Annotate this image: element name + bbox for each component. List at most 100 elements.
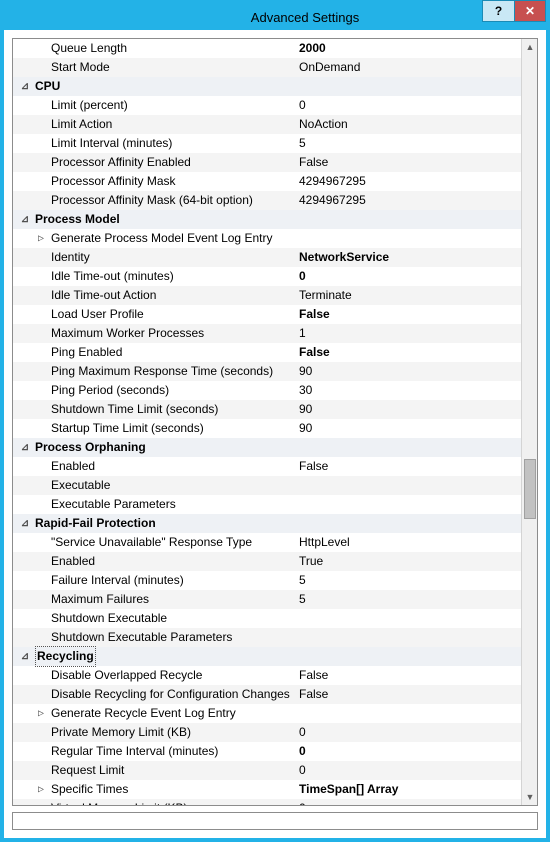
property-value[interactable]: OnDemand	[295, 58, 521, 77]
property-value[interactable]: 4294967295	[295, 191, 521, 210]
property-value[interactable]: False	[295, 343, 521, 362]
property-row[interactable]: ⊿Ping EnabledFalse	[13, 343, 521, 362]
property-label: Limit (percent)	[47, 96, 295, 115]
property-label: Enabled	[47, 552, 295, 571]
property-label: Limit Action	[47, 115, 295, 134]
category-row[interactable]: ⊿Process Orphaning	[13, 438, 521, 457]
vertical-scrollbar[interactable]: ▲ ▼	[521, 39, 537, 805]
property-row[interactable]: ⊿Processor Affinity EnabledFalse	[13, 153, 521, 172]
property-label: Maximum Failures	[47, 590, 295, 609]
property-value[interactable]: 30	[295, 381, 521, 400]
expander-icon[interactable]: ⊿	[19, 647, 31, 666]
property-value[interactable]: False	[295, 457, 521, 476]
property-value[interactable]: 0	[295, 96, 521, 115]
property-value[interactable]: 0	[295, 723, 521, 742]
titlebar: Advanced Settings ? ✕	[4, 4, 546, 30]
property-value[interactable]: 2000	[295, 39, 521, 58]
property-label: Processor Affinity Mask	[47, 172, 295, 191]
property-row[interactable]: ⊿Executable Parameters	[13, 495, 521, 514]
property-value[interactable]: 5	[295, 134, 521, 153]
scroll-up-arrow[interactable]: ▲	[522, 39, 538, 55]
expander-icon[interactable]: ▷	[35, 780, 47, 799]
category-row[interactable]: ⊿Recycling	[13, 647, 521, 666]
property-row[interactable]: ⊿Load User ProfileFalse	[13, 305, 521, 324]
property-row[interactable]: ⊿Maximum Failures5	[13, 590, 521, 609]
property-label: Failure Interval (minutes)	[47, 571, 295, 590]
property-value[interactable]: False	[295, 666, 521, 685]
property-row[interactable]: ⊿Shutdown Executable Parameters	[13, 628, 521, 647]
property-label: Idle Time-out (minutes)	[47, 267, 295, 286]
property-value[interactable]: 5	[295, 571, 521, 590]
property-value[interactable]: False	[295, 305, 521, 324]
property-row[interactable]: ⊿"Service Unavailable" Response TypeHttp…	[13, 533, 521, 552]
expander-icon[interactable]: ⊿	[19, 210, 31, 229]
property-row[interactable]: ⊿Shutdown Executable	[13, 609, 521, 628]
property-value[interactable]: TimeSpan[] Array	[295, 780, 521, 799]
category-row[interactable]: ⊿CPU	[13, 77, 521, 96]
category-row[interactable]: ⊿Rapid-Fail Protection	[13, 514, 521, 533]
property-value[interactable]: 0	[295, 761, 521, 780]
property-value[interactable]: True	[295, 552, 521, 571]
property-row[interactable]: ⊿EnabledTrue	[13, 552, 521, 571]
expander-icon[interactable]: ▷	[35, 229, 47, 248]
property-row[interactable]: ⊿Private Memory Limit (KB)0	[13, 723, 521, 742]
property-row[interactable]: ⊿Shutdown Time Limit (seconds)90	[13, 400, 521, 419]
property-row[interactable]: ⊿Idle Time-out (minutes)0	[13, 267, 521, 286]
property-row[interactable]: ⊿Ping Period (seconds)30	[13, 381, 521, 400]
window-title: Advanced Settings	[4, 10, 546, 25]
property-row[interactable]: ⊿Maximum Worker Processes1	[13, 324, 521, 343]
property-row[interactable]: ▷Specific TimesTimeSpan[] Array	[13, 780, 521, 799]
property-value[interactable]: 0	[295, 267, 521, 286]
property-row[interactable]: ▷Generate Recycle Event Log Entry	[13, 704, 521, 723]
property-row[interactable]: ⊿Processor Affinity Mask (64-bit option)…	[13, 191, 521, 210]
expander-icon[interactable]: ⊿	[19, 438, 31, 457]
property-row[interactable]: ⊿Limit (percent)0	[13, 96, 521, 115]
property-value[interactable]: 0	[295, 799, 521, 805]
property-row[interactable]: ⊿Disable Overlapped RecycleFalse	[13, 666, 521, 685]
property-value[interactable]: NoAction	[295, 115, 521, 134]
scroll-down-arrow[interactable]: ▼	[522, 789, 538, 805]
close-button[interactable]: ✕	[514, 0, 546, 22]
property-value[interactable]: 1	[295, 324, 521, 343]
property-label: Limit Interval (minutes)	[47, 134, 295, 153]
property-row[interactable]: ▷Generate Process Model Event Log Entry	[13, 229, 521, 248]
expander-icon[interactable]: ▷	[35, 704, 47, 723]
property-value[interactable]: 4294967295	[295, 172, 521, 191]
property-row[interactable]: ⊿EnabledFalse	[13, 457, 521, 476]
property-row[interactable]: ⊿Disable Recycling for Configuration Cha…	[13, 685, 521, 704]
property-row[interactable]: ⊿Request Limit0	[13, 761, 521, 780]
property-value[interactable]: NetworkService	[295, 248, 521, 267]
category-row[interactable]: ⊿Process Model	[13, 210, 521, 229]
property-value[interactable]: 90	[295, 362, 521, 381]
property-row[interactable]: ⊿Limit ActionNoAction	[13, 115, 521, 134]
property-value[interactable]: 5	[295, 590, 521, 609]
expander-icon[interactable]: ⊿	[19, 77, 31, 96]
property-row[interactable]: ⊿Processor Affinity Mask4294967295	[13, 172, 521, 191]
property-row[interactable]: ⊿Ping Maximum Response Time (seconds)90	[13, 362, 521, 381]
property-label: "Service Unavailable" Response Type	[47, 533, 295, 552]
property-row[interactable]: ⊿Failure Interval (minutes)5	[13, 571, 521, 590]
property-row[interactable]: ⊿Start ModeOnDemand	[13, 58, 521, 77]
help-button[interactable]: ?	[482, 0, 514, 22]
property-row[interactable]: ⊿Virtual Memory Limit (KB)0	[13, 799, 521, 805]
scroll-thumb[interactable]	[524, 459, 536, 519]
property-value[interactable]: 0	[295, 742, 521, 761]
property-row[interactable]: ⊿Startup Time Limit (seconds)90	[13, 419, 521, 438]
property-row[interactable]: ⊿Executable	[13, 476, 521, 495]
property-label: Disable Overlapped Recycle	[47, 666, 295, 685]
property-label: Queue Length	[47, 39, 295, 58]
property-label: Shutdown Executable Parameters	[47, 628, 295, 647]
property-value[interactable]: 90	[295, 419, 521, 438]
property-value[interactable]: 90	[295, 400, 521, 419]
property-value[interactable]: Terminate	[295, 286, 521, 305]
property-row[interactable]: ⊿Regular Time Interval (minutes)0	[13, 742, 521, 761]
property-value[interactable]: False	[295, 153, 521, 172]
property-row[interactable]: ⊿Queue Length2000	[13, 39, 521, 58]
property-row[interactable]: ⊿IdentityNetworkService	[13, 248, 521, 267]
advanced-settings-window: Advanced Settings ? ✕ ⊿Queue Length2000⊿…	[0, 0, 550, 842]
property-row[interactable]: ⊿Idle Time-out ActionTerminate	[13, 286, 521, 305]
property-value[interactable]: False	[295, 685, 521, 704]
expander-icon[interactable]: ⊿	[19, 514, 31, 533]
property-row[interactable]: ⊿Limit Interval (minutes)5	[13, 134, 521, 153]
property-value[interactable]: HttpLevel	[295, 533, 521, 552]
